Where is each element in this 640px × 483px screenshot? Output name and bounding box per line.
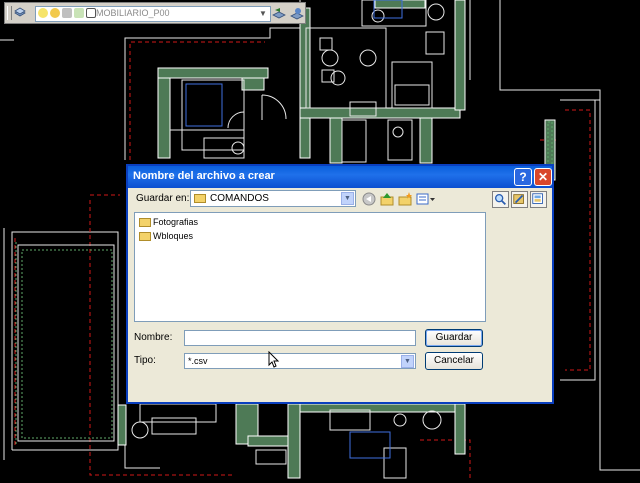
save-file-dialog: Nombre del archivo a crear ? ✕ Guardar e… [126,164,554,404]
new-folder-icon[interactable] [398,192,412,206]
list-item[interactable]: Fotografias [139,216,198,228]
toolbar-grip[interactable] [7,6,12,20]
lightbulb-icon [38,8,48,18]
folder-icon [139,217,151,227]
help-button[interactable]: ? [514,168,532,186]
folder-name: Wbloques [153,231,194,241]
save-button[interactable]: Guardar [425,329,483,347]
chevron-down-icon[interactable]: ▼ [341,192,354,205]
filetype-dropdown[interactable]: *.csv ▼ [184,353,416,369]
layer-dropdown[interactable]: MOBILIARIO_P00 ▼ [35,6,271,22]
filename-label: Nombre: [134,332,173,343]
look-in-dropdown[interactable]: COMANDOS ▼ [190,190,356,207]
views-icon[interactable] [416,192,436,206]
layer-name: MOBILIARIO_P00 [96,8,170,18]
folder-icon [139,231,151,241]
file-list[interactable]: Fotografias Wbloques [134,212,486,322]
look-in-label: Guardar en: [136,193,190,204]
layer-match-icon[interactable] [289,6,305,22]
layers-icon[interactable] [14,7,26,19]
close-button[interactable]: ✕ [534,168,552,186]
up-folder-icon[interactable] [380,192,394,206]
options-icon[interactable] [530,191,547,208]
filetype-label: Tipo: [134,355,156,366]
search-icon[interactable] [492,191,509,208]
cancel-button[interactable]: Cancelar [425,352,483,370]
folder-icon [194,194,206,203]
look-in-value: COMANDOS [210,193,269,204]
layer-previous-icon[interactable] [271,6,287,22]
sun-icon [50,8,60,18]
chevron-down-icon[interactable]: ▼ [401,355,414,368]
color-icon [74,8,84,18]
dialog-titlebar[interactable]: Nombre del archivo a crear ? ✕ [128,166,552,188]
filename-input[interactable] [184,330,416,346]
layer-toolbar: MOBILIARIO_P00 ▼ [4,2,306,24]
filetype-value: *.csv [188,356,208,366]
folder-name: Fotografias [153,217,199,227]
mouse-cursor-icon [268,351,280,368]
lock-icon [62,8,72,18]
chevron-down-icon[interactable]: ▼ [257,8,269,20]
list-item[interactable]: Wbloques [139,230,193,242]
dialog-title: Nombre del archivo a crear [133,170,275,182]
tools-icon[interactable] [511,191,528,208]
white-swatch-icon [86,8,96,18]
back-icon[interactable] [362,192,376,206]
